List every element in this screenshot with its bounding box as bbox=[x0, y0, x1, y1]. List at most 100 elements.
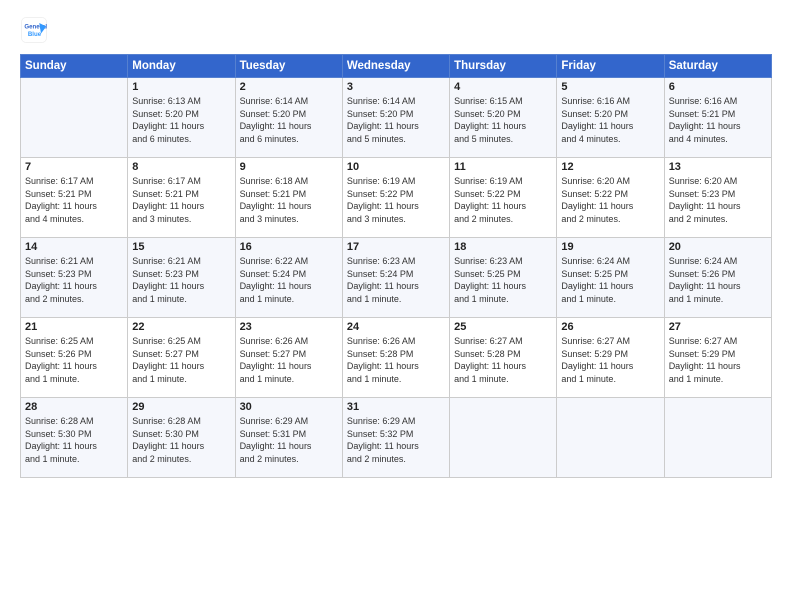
col-header-monday: Monday bbox=[128, 55, 235, 78]
calendar-cell: 2 Sunrise: 6:14 AM Sunset: 5:20 PM Daylig… bbox=[235, 78, 342, 158]
calendar-cell: 7 Sunrise: 6:17 AM Sunset: 5:21 PM Daylig… bbox=[21, 158, 128, 238]
day-number: 26 bbox=[561, 321, 659, 333]
day-number: 17 bbox=[347, 241, 445, 253]
day-number: 14 bbox=[25, 241, 123, 253]
day-number: 11 bbox=[454, 161, 552, 173]
day-info: Sunrise: 6:16 AM Sunset: 5:20 PM Dayligh… bbox=[561, 95, 659, 145]
calendar-cell: 18 Sunrise: 6:23 AM Sunset: 5:25 PM Dayli… bbox=[450, 238, 557, 318]
day-info: Sunrise: 6:29 AM Sunset: 5:31 PM Dayligh… bbox=[240, 415, 338, 465]
calendar-cell: 20 Sunrise: 6:24 AM Sunset: 5:26 PM Dayli… bbox=[664, 238, 771, 318]
day-info: Sunrise: 6:27 AM Sunset: 5:29 PM Dayligh… bbox=[669, 335, 767, 385]
calendar-cell: 31 Sunrise: 6:29 AM Sunset: 5:32 PM Dayli… bbox=[342, 398, 449, 478]
calendar-cell bbox=[450, 398, 557, 478]
week-row-3: 21 Sunrise: 6:25 AM Sunset: 5:26 PM Dayli… bbox=[21, 318, 772, 398]
day-info: Sunrise: 6:27 AM Sunset: 5:29 PM Dayligh… bbox=[561, 335, 659, 385]
day-info: Sunrise: 6:24 AM Sunset: 5:25 PM Dayligh… bbox=[561, 255, 659, 305]
day-number: 12 bbox=[561, 161, 659, 173]
day-info: Sunrise: 6:23 AM Sunset: 5:24 PM Dayligh… bbox=[347, 255, 445, 305]
day-number: 10 bbox=[347, 161, 445, 173]
day-info: Sunrise: 6:22 AM Sunset: 5:24 PM Dayligh… bbox=[240, 255, 338, 305]
day-number: 31 bbox=[347, 401, 445, 413]
calendar-cell: 5 Sunrise: 6:16 AM Sunset: 5:20 PM Daylig… bbox=[557, 78, 664, 158]
calendar-cell: 28 Sunrise: 6:28 AM Sunset: 5:30 PM Dayli… bbox=[21, 398, 128, 478]
week-row-1: 7 Sunrise: 6:17 AM Sunset: 5:21 PM Daylig… bbox=[21, 158, 772, 238]
day-number: 23 bbox=[240, 321, 338, 333]
day-info: Sunrise: 6:29 AM Sunset: 5:32 PM Dayligh… bbox=[347, 415, 445, 465]
day-info: Sunrise: 6:24 AM Sunset: 5:26 PM Dayligh… bbox=[669, 255, 767, 305]
col-header-wednesday: Wednesday bbox=[342, 55, 449, 78]
day-info: Sunrise: 6:25 AM Sunset: 5:27 PM Dayligh… bbox=[132, 335, 230, 385]
calendar-cell: 19 Sunrise: 6:24 AM Sunset: 5:25 PM Dayli… bbox=[557, 238, 664, 318]
calendar-cell: 6Sunrise: 6:16 AM Sunset: 5:21 PM Daylig… bbox=[664, 78, 771, 158]
day-number: 20 bbox=[669, 241, 767, 253]
calendar-cell: 14 Sunrise: 6:21 AM Sunset: 5:23 PM Dayli… bbox=[21, 238, 128, 318]
day-number: 1 bbox=[132, 81, 230, 93]
day-info: Sunrise: 6:28 AM Sunset: 5:30 PM Dayligh… bbox=[132, 415, 230, 465]
day-info: Sunrise: 6:17 AM Sunset: 5:21 PM Dayligh… bbox=[25, 175, 123, 225]
day-number: 28 bbox=[25, 401, 123, 413]
day-number: 22 bbox=[132, 321, 230, 333]
calendar-cell: 22 Sunrise: 6:25 AM Sunset: 5:27 PM Dayli… bbox=[128, 318, 235, 398]
calendar-cell: 4Sunrise: 6:15 AM Sunset: 5:20 PM Daylig… bbox=[450, 78, 557, 158]
day-info: Sunrise: 6:28 AM Sunset: 5:30 PM Dayligh… bbox=[25, 415, 123, 465]
day-number: 15 bbox=[132, 241, 230, 253]
col-header-thursday: Thursday bbox=[450, 55, 557, 78]
day-info: Sunrise: 6:21 AM Sunset: 5:23 PM Dayligh… bbox=[25, 255, 123, 305]
calendar-cell: 15Sunrise: 6:21 AM Sunset: 5:23 PM Dayli… bbox=[128, 238, 235, 318]
calendar-cell: 16 Sunrise: 6:22 AM Sunset: 5:24 PM Dayli… bbox=[235, 238, 342, 318]
calendar-cell: 29 Sunrise: 6:28 AM Sunset: 5:30 PM Dayli… bbox=[128, 398, 235, 478]
logo-icon: General Blue bbox=[20, 16, 48, 44]
calendar-cell: 25Sunrise: 6:27 AM Sunset: 5:28 PM Dayli… bbox=[450, 318, 557, 398]
calendar-cell: 13 Sunrise: 6:20 AM Sunset: 5:23 PM Dayli… bbox=[664, 158, 771, 238]
calendar-cell: 30Sunrise: 6:29 AM Sunset: 5:31 PM Dayli… bbox=[235, 398, 342, 478]
calendar-cell: 27 Sunrise: 6:27 AM Sunset: 5:29 PM Dayli… bbox=[664, 318, 771, 398]
calendar-cell: 24 Sunrise: 6:26 AM Sunset: 5:28 PM Dayli… bbox=[342, 318, 449, 398]
week-row-4: 28 Sunrise: 6:28 AM Sunset: 5:30 PM Dayli… bbox=[21, 398, 772, 478]
col-header-saturday: Saturday bbox=[664, 55, 771, 78]
col-header-friday: Friday bbox=[557, 55, 664, 78]
day-number: 18 bbox=[454, 241, 552, 253]
day-number: 2 bbox=[240, 81, 338, 93]
day-number: 29 bbox=[132, 401, 230, 413]
day-info: Sunrise: 6:25 AM Sunset: 5:26 PM Dayligh… bbox=[25, 335, 123, 385]
day-number: 13 bbox=[669, 161, 767, 173]
day-info: Sunrise: 6:26 AM Sunset: 5:28 PM Dayligh… bbox=[347, 335, 445, 385]
day-number: 16 bbox=[240, 241, 338, 253]
day-info: Sunrise: 6:20 AM Sunset: 5:23 PM Dayligh… bbox=[669, 175, 767, 225]
day-info: Sunrise: 6:14 AM Sunset: 5:20 PM Dayligh… bbox=[347, 95, 445, 145]
day-info: Sunrise: 6:23 AM Sunset: 5:25 PM Dayligh… bbox=[454, 255, 552, 305]
day-number: 4 bbox=[454, 81, 552, 93]
calendar-cell: 9Sunrise: 6:18 AM Sunset: 5:21 PM Daylig… bbox=[235, 158, 342, 238]
header: General Blue bbox=[20, 16, 772, 44]
calendar-cell: 26 Sunrise: 6:27 AM Sunset: 5:29 PM Dayli… bbox=[557, 318, 664, 398]
calendar-cell bbox=[557, 398, 664, 478]
day-number: 5 bbox=[561, 81, 659, 93]
day-number: 24 bbox=[347, 321, 445, 333]
day-info: Sunrise: 6:20 AM Sunset: 5:22 PM Dayligh… bbox=[561, 175, 659, 225]
calendar-cell: 21 Sunrise: 6:25 AM Sunset: 5:26 PM Dayli… bbox=[21, 318, 128, 398]
day-number: 8 bbox=[132, 161, 230, 173]
calendar-cell: 10Sunrise: 6:19 AM Sunset: 5:22 PM Dayli… bbox=[342, 158, 449, 238]
logo: General Blue bbox=[20, 16, 48, 44]
week-row-2: 14 Sunrise: 6:21 AM Sunset: 5:23 PM Dayli… bbox=[21, 238, 772, 318]
day-info: Sunrise: 6:27 AM Sunset: 5:28 PM Dayligh… bbox=[454, 335, 552, 385]
day-number: 27 bbox=[669, 321, 767, 333]
day-info: Sunrise: 6:14 AM Sunset: 5:20 PM Dayligh… bbox=[240, 95, 338, 145]
day-number: 3 bbox=[347, 81, 445, 93]
header-row: SundayMondayTuesdayWednesdayThursdayFrid… bbox=[21, 55, 772, 78]
calendar-cell bbox=[21, 78, 128, 158]
day-info: Sunrise: 6:17 AM Sunset: 5:21 PM Dayligh… bbox=[132, 175, 230, 225]
day-info: Sunrise: 6:26 AM Sunset: 5:27 PM Dayligh… bbox=[240, 335, 338, 385]
day-number: 21 bbox=[25, 321, 123, 333]
day-number: 7 bbox=[25, 161, 123, 173]
col-header-tuesday: Tuesday bbox=[235, 55, 342, 78]
svg-text:Blue: Blue bbox=[28, 31, 42, 38]
calendar-cell: 17 Sunrise: 6:23 AM Sunset: 5:24 PM Dayli… bbox=[342, 238, 449, 318]
calendar-cell bbox=[664, 398, 771, 478]
day-number: 19 bbox=[561, 241, 659, 253]
calendar-cell: 8 Sunrise: 6:17 AM Sunset: 5:21 PM Daylig… bbox=[128, 158, 235, 238]
day-info: Sunrise: 6:19 AM Sunset: 5:22 PM Dayligh… bbox=[454, 175, 552, 225]
day-number: 6 bbox=[669, 81, 767, 93]
day-number: 9 bbox=[240, 161, 338, 173]
col-header-sunday: Sunday bbox=[21, 55, 128, 78]
